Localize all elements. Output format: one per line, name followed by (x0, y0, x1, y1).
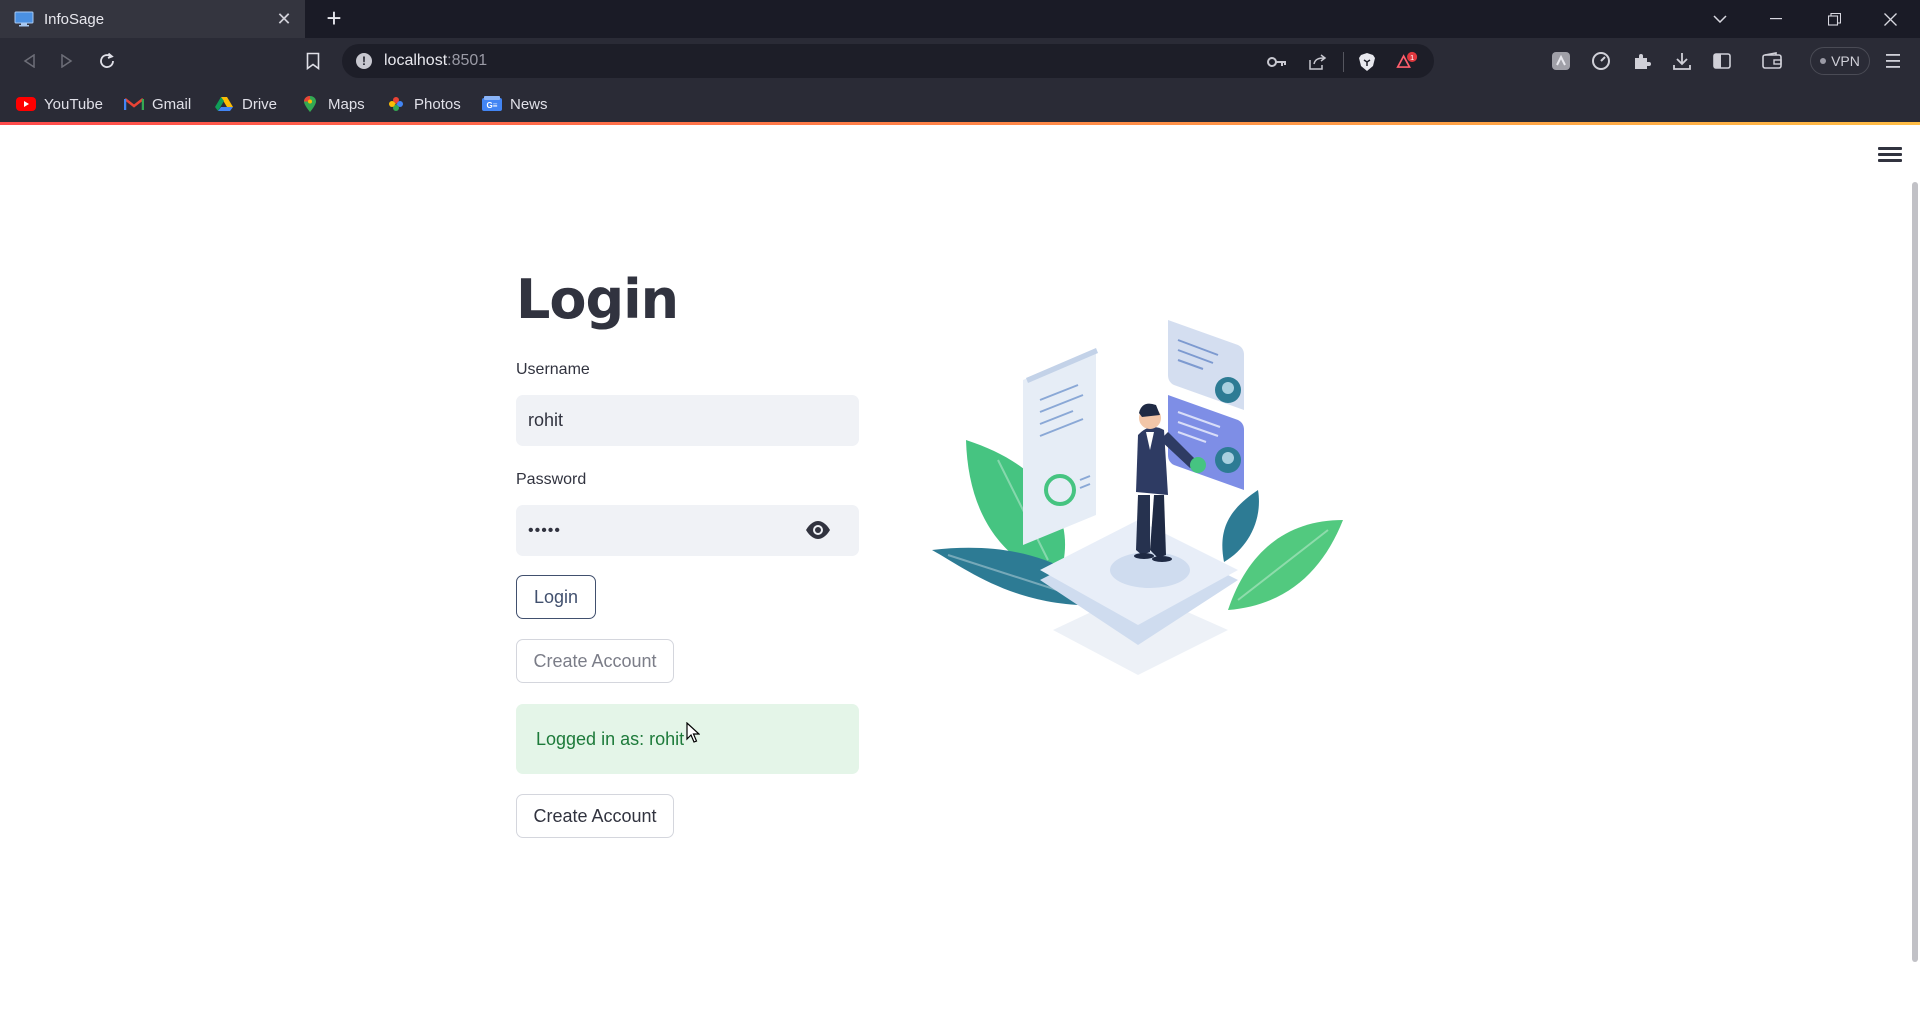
create-account-button-secondary[interactable]: Create Account (516, 794, 674, 838)
key-icon[interactable] (1266, 51, 1288, 73)
site-info-icon[interactable]: ! (356, 53, 372, 69)
bookmark-gmail[interactable]: Gmail (123, 92, 191, 116)
extension-square-icon[interactable] (1548, 48, 1574, 74)
vpn-button[interactable]: VPN (1810, 47, 1870, 75)
login-button[interactable]: Login (516, 575, 596, 619)
mouse-cursor-icon (686, 721, 701, 744)
youtube-icon (16, 96, 36, 112)
page-title: Login (516, 268, 679, 331)
share-icon[interactable] (1307, 51, 1329, 73)
speedometer-icon[interactable] (1588, 48, 1614, 74)
app-header-accent-line (0, 122, 1920, 125)
username-input[interactable] (516, 395, 859, 446)
download-icon[interactable] (1669, 48, 1695, 74)
vpn-label: VPN (1831, 53, 1860, 69)
bookmark-photos[interactable]: Photos (386, 92, 461, 116)
bookmark-icon[interactable] (300, 48, 326, 74)
gmail-icon (123, 96, 145, 112)
browser-tab[interactable]: InfoSage ✕ (0, 0, 305, 38)
drive-icon (214, 96, 234, 112)
brave-rewards-icon[interactable]: 1 (1396, 51, 1418, 73)
close-tab-icon[interactable]: ✕ (273, 8, 295, 30)
maps-icon (300, 96, 320, 112)
brave-shields-icon[interactable] (1356, 51, 1378, 73)
photos-icon (386, 96, 406, 112)
close-window-icon[interactable] (1862, 0, 1918, 38)
svg-text:G≡: G≡ (487, 101, 498, 110)
bookmark-drive[interactable]: Drive (214, 92, 277, 116)
bookmark-youtube[interactable]: YouTube (16, 92, 103, 116)
tab-title: InfoSage (44, 10, 105, 28)
scrollbar[interactable] (1912, 182, 1918, 962)
forward-icon[interactable] (54, 48, 80, 74)
app-hamburger-menu-icon[interactable] (1878, 144, 1902, 166)
separator (1343, 52, 1344, 72)
username-label: Username (516, 361, 590, 378)
minimize-icon[interactable] (1748, 0, 1804, 38)
browser-toolbar: ! localhost:8501 1 VPN (0, 38, 1920, 84)
tab-search-chevron-icon[interactable] (1692, 0, 1748, 38)
sidebar-icon[interactable] (1709, 48, 1735, 74)
back-icon[interactable] (16, 48, 42, 74)
new-tab-button[interactable]: + (320, 5, 348, 33)
address-bar[interactable]: ! localhost:8501 1 (342, 44, 1434, 78)
restore-icon[interactable] (1806, 0, 1862, 38)
reload-icon[interactable] (94, 48, 120, 74)
browser-tab-bar: InfoSage ✕ + (0, 0, 1920, 38)
login-illustration (928, 300, 1348, 700)
bookmark-news[interactable]: G≡ News (482, 92, 548, 116)
svg-text:1: 1 (1410, 53, 1414, 62)
password-label: Password (516, 471, 587, 488)
vpn-status-dot (1820, 58, 1827, 64)
bookmark-maps[interactable]: Maps (300, 92, 365, 116)
monitor-icon (14, 11, 34, 27)
bookmarks-bar: YouTube Gmail Drive Maps Photos G≡ News (0, 84, 1920, 124)
show-password-eye-icon[interactable] (804, 520, 832, 540)
puzzle-icon[interactable] (1629, 48, 1655, 74)
menu-icon[interactable] (1880, 48, 1906, 74)
wallet-icon[interactable] (1759, 48, 1785, 74)
url-text: localhost:8501 (384, 52, 488, 69)
create-account-button[interactable]: Create Account (516, 639, 674, 683)
news-icon: G≡ (482, 96, 502, 112)
success-message: Logged in as: rohit (536, 728, 685, 749)
